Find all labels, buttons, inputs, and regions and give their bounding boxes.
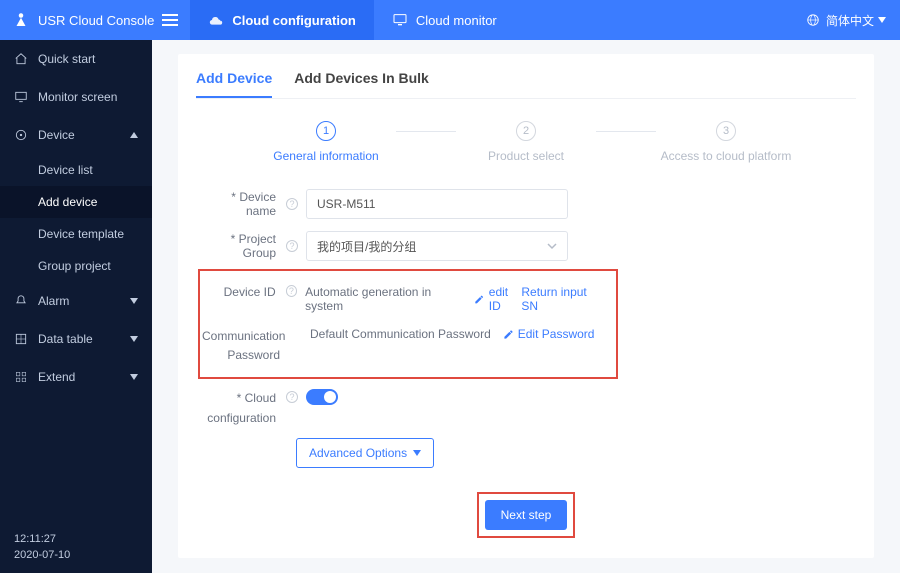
page-tabs: Add Device Add Devices In Bulk xyxy=(196,66,856,99)
step-product-select: 2 Product select xyxy=(456,121,596,163)
sidebar-item-label: Extend xyxy=(38,370,75,384)
sidebar-item-quick-start[interactable]: Quick start xyxy=(0,40,152,78)
table-icon xyxy=(14,332,28,346)
step-circle: 1 xyxy=(316,121,336,141)
sidebar-sub-group-project[interactable]: Group project xyxy=(0,250,152,282)
sidebar-item-label: Device xyxy=(38,128,75,142)
sidebar-sub-device-template[interactable]: Device template xyxy=(0,218,152,250)
step-label: Access to cloud platform xyxy=(661,149,792,163)
sidebar-date: 2020-07-10 xyxy=(14,548,138,563)
edit-icon xyxy=(503,329,514,340)
sidebar-sub-device-list[interactable]: Device list xyxy=(0,154,152,186)
row-comm-password: Communication Password Default Communica… xyxy=(202,327,606,365)
step-label: Product select xyxy=(488,149,564,163)
next-step-wrap: Next step xyxy=(198,492,854,538)
highlight-box: Device ID ? Automatic generation in syst… xyxy=(198,269,618,379)
monitor-icon xyxy=(14,90,28,104)
chevron-down-icon xyxy=(130,374,138,380)
sidebar-sub-add-device[interactable]: Add device xyxy=(0,186,152,218)
info-icon[interactable]: ? xyxy=(286,240,298,252)
chevron-down-icon xyxy=(130,298,138,304)
label-comm-password: Communication Password xyxy=(202,327,290,365)
device-icon xyxy=(14,128,28,142)
step-circle: 3 xyxy=(716,121,736,141)
row-device-id: Device ID ? Automatic generation in syst… xyxy=(202,285,606,315)
step-line xyxy=(396,131,456,132)
input-device-name[interactable] xyxy=(306,189,568,219)
sidebar-item-alarm[interactable]: Alarm xyxy=(0,282,152,320)
info-icon[interactable]: ? xyxy=(286,198,298,210)
row-device-name: Device name ? xyxy=(198,185,854,223)
alarm-icon xyxy=(14,294,28,308)
highlight-box-next: Next step xyxy=(477,492,576,538)
comm-password-text: Default Communication Password xyxy=(310,327,491,341)
chevron-down-icon xyxy=(547,243,557,250)
sidebar-item-device[interactable]: Device xyxy=(0,116,152,154)
brand-text: USR Cloud Console xyxy=(38,13,154,28)
house-icon xyxy=(14,52,28,66)
nav-tab-label: Cloud configuration xyxy=(232,13,355,28)
main-content: Add Device Add Devices In Bulk 1 General… xyxy=(152,40,900,573)
link-edit-id[interactable]: edit ID xyxy=(474,285,521,313)
label-device-id: Device ID xyxy=(202,285,286,299)
nav-tab-label: Cloud monitor xyxy=(416,13,497,28)
sidebar-footer: 12:11:27 2020-07-10 xyxy=(0,524,152,573)
cloud-monitor-icon xyxy=(392,12,408,28)
brand-icon xyxy=(12,11,30,29)
globe-icon xyxy=(806,13,820,27)
sidebar-item-label: Quick start xyxy=(38,52,95,66)
toggle-cloud-config[interactable] xyxy=(306,389,338,405)
caret-down-icon xyxy=(413,450,421,456)
chevron-down-icon xyxy=(878,17,886,23)
top-bar: USR Cloud Console Cloud configuration Cl… xyxy=(0,0,900,40)
row-cloud-config: * Cloud configuration ? xyxy=(198,389,854,427)
row-project-group: Project Group ? 我的项目/我的分组 xyxy=(198,227,854,265)
chevron-down-icon xyxy=(130,336,138,342)
menu-icon[interactable] xyxy=(162,13,178,27)
info-icon[interactable]: ? xyxy=(286,285,297,297)
label-device-name: Device name xyxy=(198,190,286,218)
link-edit-password[interactable]: Edit Password xyxy=(503,327,595,341)
tab-add-device[interactable]: Add Device xyxy=(196,66,272,98)
select-value: 我的项目/我的分组 xyxy=(317,238,416,255)
form-card: Add Device Add Devices In Bulk 1 General… xyxy=(178,54,874,558)
label-cloud-config: * Cloud configuration xyxy=(198,389,286,427)
info-icon[interactable]: ? xyxy=(286,391,298,403)
edit-icon xyxy=(474,294,484,305)
select-project-group[interactable]: 我的项目/我的分组 xyxy=(306,231,568,261)
sidebar-item-data-table[interactable]: Data table xyxy=(0,320,152,358)
sidebar-time: 12:11:27 xyxy=(14,532,138,547)
nav-tab-cloud-configuration[interactable]: Cloud configuration xyxy=(190,0,373,40)
step-line xyxy=(596,131,656,132)
sidebar-item-label: Alarm xyxy=(38,294,69,308)
label-project-group: Project Group xyxy=(198,232,286,260)
next-step-button[interactable]: Next step xyxy=(485,500,568,530)
sidebar-item-extend[interactable]: Extend xyxy=(0,358,152,396)
advanced-options-button[interactable]: Advanced Options xyxy=(296,438,434,468)
step-general-info: 1 General information xyxy=(256,121,396,163)
device-id-text: Automatic generation in system xyxy=(305,285,463,313)
chevron-up-icon xyxy=(130,132,138,138)
link-return-input-sn[interactable]: Return input SN xyxy=(521,285,602,313)
tab-add-devices-bulk[interactable]: Add Devices In Bulk xyxy=(294,66,429,98)
cloud-config-icon xyxy=(208,12,224,28)
sidebar: Quick start Monitor screen Device Device… xyxy=(0,40,152,573)
steps-bar: 1 General information 2 Product select 3… xyxy=(196,115,856,185)
language-selector[interactable]: 简体中文 xyxy=(792,12,900,29)
brand: USR Cloud Console xyxy=(0,11,190,29)
extend-icon xyxy=(14,370,28,384)
language-label: 简体中文 xyxy=(826,12,874,29)
sidebar-item-label: Data table xyxy=(38,332,93,346)
nav-tab-cloud-monitor[interactable]: Cloud monitor xyxy=(374,0,515,40)
step-circle: 2 xyxy=(516,121,536,141)
sidebar-item-monitor-screen[interactable]: Monitor screen xyxy=(0,78,152,116)
add-device-form: Device name ? Project Group ? 我的项目/我的分组 xyxy=(196,185,856,538)
step-label: General information xyxy=(273,149,378,163)
step-access-cloud: 3 Access to cloud platform xyxy=(656,121,796,163)
sidebar-item-label: Monitor screen xyxy=(38,90,117,104)
